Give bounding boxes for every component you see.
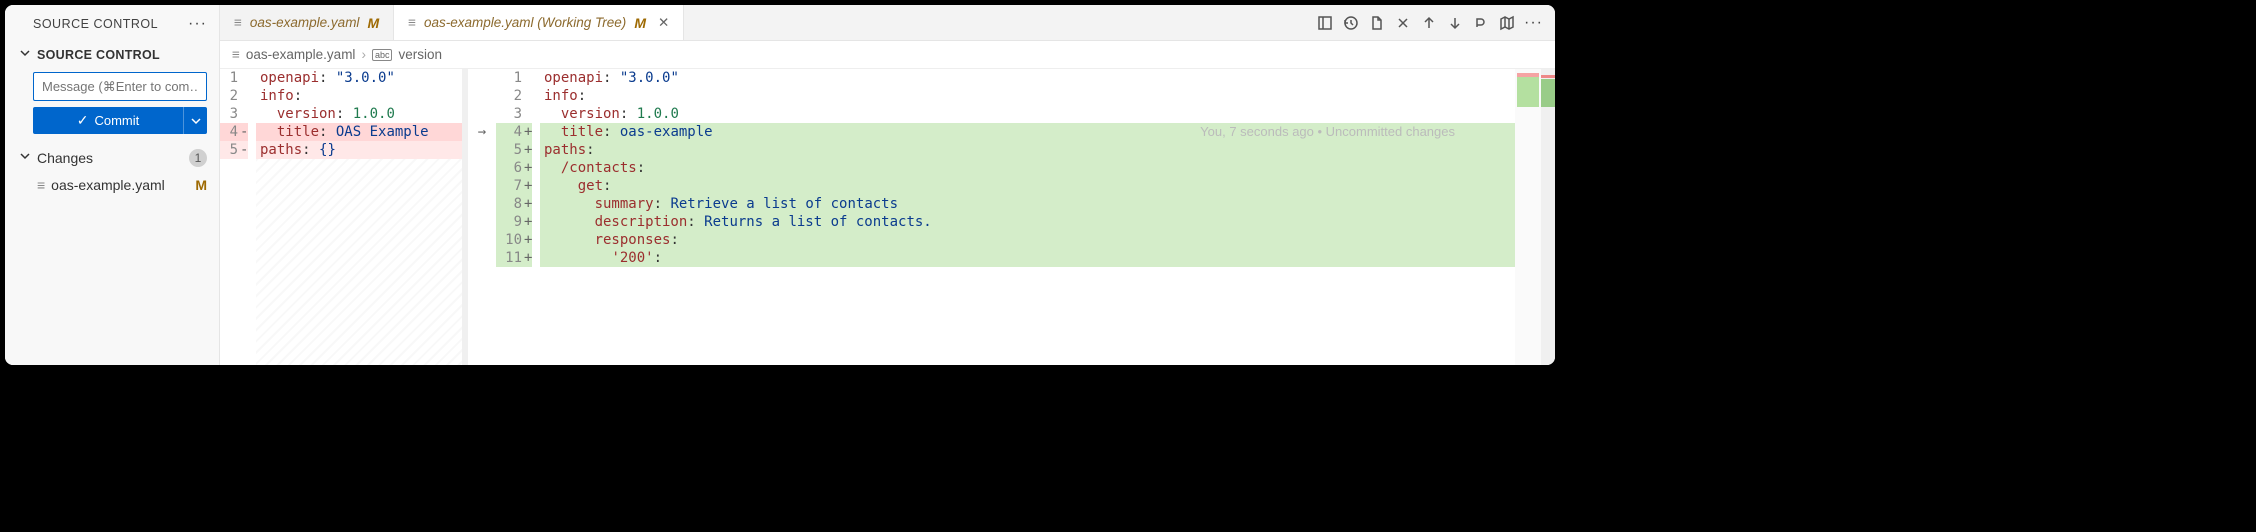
minimap[interactable] [1515, 69, 1541, 365]
line-numbers-right: 1234+5+6+7+8+9+10+11+ [496, 69, 540, 365]
diff-editor[interactable]: 1234-5- openapi: "3.0.0"info: version: 1… [220, 69, 1555, 365]
open-file-icon[interactable] [1368, 14, 1386, 32]
commit-dropdown-button[interactable] [183, 107, 207, 134]
file-icon: ≡ [408, 15, 416, 30]
file-name: oas-example.yaml [51, 177, 165, 193]
modified-badge: M [195, 177, 207, 193]
whitespace-icon[interactable] [1472, 14, 1490, 32]
discard-icon[interactable] [1394, 14, 1412, 32]
show-tree-icon[interactable] [1316, 14, 1334, 32]
source-control-sidebar: SOURCE CONTROL ··· SOURCE CONTROL ✓ Comm… [5, 5, 220, 365]
breadcrumb-file: oas-example.yaml [246, 47, 356, 62]
next-change-icon[interactable] [1446, 14, 1464, 32]
map-icon[interactable] [1498, 14, 1516, 32]
tab-working-tree[interactable]: ≡ oas-example.yaml (Working Tree) M ✕ [394, 5, 684, 40]
changes-count-badge: 1 [189, 149, 207, 167]
arrow-right-icon[interactable]: → [478, 123, 486, 141]
empty-fill [256, 159, 462, 365]
diff-arrow-column: → [468, 69, 496, 365]
changed-file-item[interactable]: ≡ oas-example.yaml M [5, 173, 219, 197]
code-right[interactable]: openapi: "3.0.0"info: version: 1.0.0 tit… [540, 69, 1515, 365]
file-icon: ≡ [234, 15, 242, 30]
diff-pane-modified: 1234+5+6+7+8+9+10+11+ openapi: "3.0.0"in… [496, 69, 1555, 365]
check-icon: ✓ [77, 112, 89, 129]
editor-actions: ··· [1316, 14, 1555, 32]
commit-input-wrap [5, 68, 219, 107]
file-icon: ≡ [232, 47, 240, 62]
commit-message-input[interactable] [33, 72, 207, 101]
more-actions-icon[interactable]: ··· [188, 15, 207, 33]
section-title: SOURCE CONTROL [37, 48, 160, 62]
commit-button-row: ✓ Commit [5, 107, 219, 142]
modified-badge: M [634, 15, 646, 31]
editor-main: ≡ oas-example.yaml M ≡ oas-example.yaml … [220, 5, 1555, 365]
chevron-down-icon [188, 113, 204, 129]
code-left[interactable]: openapi: "3.0.0"info: version: 1.0.0 tit… [256, 69, 462, 365]
sidebar-header: SOURCE CONTROL ··· [5, 5, 219, 41]
symbol-icon: abc [372, 49, 393, 61]
breadcrumb-symbol: version [398, 47, 442, 62]
commit-button[interactable]: ✓ Commit [33, 107, 183, 134]
gutter [462, 69, 468, 365]
app-window: SOURCE CONTROL ··· SOURCE CONTROL ✓ Comm… [5, 5, 1555, 365]
breadcrumb-separator: › [361, 47, 366, 62]
changes-header[interactable]: Changes 1 [5, 142, 219, 173]
line-numbers-left: 1234-5- [220, 69, 256, 365]
history-icon[interactable] [1342, 14, 1360, 32]
overview-ruler[interactable] [1541, 69, 1555, 365]
changes-label: Changes [37, 150, 93, 166]
breadcrumb[interactable]: ≡ oas-example.yaml › abc version [220, 41, 1555, 69]
more-actions-icon[interactable]: ··· [1524, 14, 1543, 32]
sidebar-title: SOURCE CONTROL [33, 17, 158, 31]
chevron-down-icon [17, 148, 33, 167]
file-icon: ≡ [37, 177, 45, 193]
prev-change-icon[interactable] [1420, 14, 1438, 32]
chevron-down-icon [17, 45, 33, 64]
git-blame-annotation: You, 7 seconds ago • Uncommitted changes [1200, 123, 1455, 141]
commit-button-label: Commit [94, 113, 139, 128]
tab-bar: ≡ oas-example.yaml M ≡ oas-example.yaml … [220, 5, 1555, 41]
tab-label: oas-example.yaml [250, 15, 360, 30]
section-header[interactable]: SOURCE CONTROL [5, 41, 219, 68]
modified-badge: M [367, 15, 379, 31]
tab-label: oas-example.yaml (Working Tree) [424, 15, 626, 30]
tab-original[interactable]: ≡ oas-example.yaml M [220, 5, 394, 40]
close-icon[interactable]: ✕ [658, 15, 669, 31]
diff-pane-original: 1234-5- openapi: "3.0.0"info: version: 1… [220, 69, 468, 365]
